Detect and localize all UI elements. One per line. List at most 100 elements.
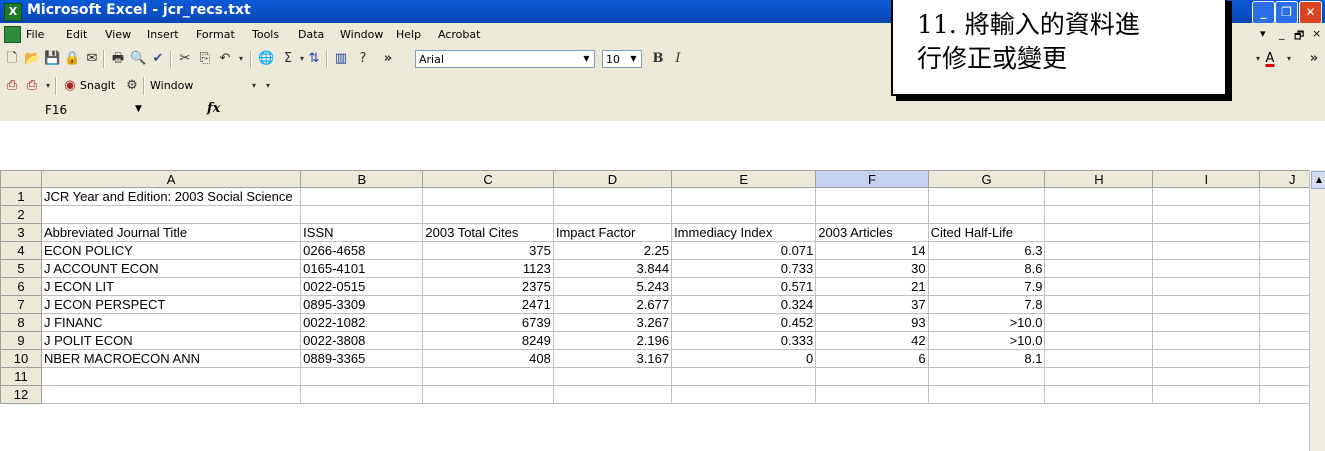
italic-button[interactable]: I	[670, 51, 686, 67]
column-header-a[interactable]: A	[40, 170, 302, 188]
new-document-icon[interactable]: 🗋	[4, 51, 20, 67]
name-box-dropdown-icon[interactable]: ▼	[135, 104, 142, 114]
cell-d5[interactable]: 3.844	[552, 259, 673, 278]
row-header[interactable]: 7	[0, 295, 42, 314]
cell-c11[interactable]	[422, 367, 554, 386]
menu-file[interactable]: File	[26, 28, 44, 41]
cell-c4[interactable]: 375	[422, 241, 554, 260]
cell-i6[interactable]	[1152, 277, 1261, 296]
cell-h2[interactable]	[1044, 205, 1154, 224]
row-header[interactable]: 5	[0, 259, 42, 278]
cell-f8[interactable]: 93	[815, 313, 929, 332]
cell-h5[interactable]	[1044, 259, 1154, 278]
row-header[interactable]: 11	[0, 367, 42, 386]
cell-c8[interactable]: 6739	[422, 313, 554, 332]
cell-c9[interactable]: 8249	[422, 331, 554, 350]
cell-b6[interactable]: 0022-0515	[300, 277, 424, 296]
print-icon[interactable]: 🖶	[110, 51, 126, 67]
row-header[interactable]: 12	[0, 385, 42, 404]
menu-format[interactable]: Format	[196, 28, 235, 41]
cell-e6[interactable]: 0.571	[671, 277, 817, 296]
print-preview-icon[interactable]: 🔍	[130, 51, 146, 67]
cell-c6[interactable]: 2375	[422, 277, 554, 296]
cell-e5[interactable]: 0.733	[671, 259, 817, 278]
cell-f7[interactable]: 37	[815, 295, 929, 314]
cell-i11[interactable]	[1152, 367, 1261, 386]
cell-d7[interactable]: 2.677	[552, 295, 673, 314]
cell-d2[interactable]	[552, 205, 673, 224]
cell-i12[interactable]	[1152, 385, 1261, 404]
column-header-b[interactable]: B	[300, 170, 424, 188]
scroll-up-arrow-icon[interactable]: ▲	[1311, 171, 1325, 189]
doc-minimize-button[interactable]: _	[1279, 27, 1285, 40]
cell-f1[interactable]	[815, 187, 929, 206]
toolbar-options-icon[interactable]: »	[380, 51, 396, 67]
cell-a4[interactable]: ECON POLICY	[40, 241, 302, 260]
doc-close-button[interactable]: ×	[1312, 27, 1321, 40]
toolbar-options-icon[interactable]: ▾	[260, 78, 276, 94]
cell-i8[interactable]	[1152, 313, 1261, 332]
pdf-convert-icon[interactable]: ⎙	[4, 78, 20, 94]
row-header[interactable]: 2	[0, 205, 42, 224]
cell-e4[interactable]: 0.071	[671, 241, 817, 260]
cell-h8[interactable]	[1044, 313, 1154, 332]
hyperlink-icon[interactable]: 🌐	[258, 51, 274, 67]
cell-d4[interactable]: 2.25	[552, 241, 673, 260]
cell-c5[interactable]: 1123	[422, 259, 554, 278]
cell-f9[interactable]: 42	[815, 331, 929, 350]
cell-d11[interactable]	[552, 367, 673, 386]
cell-f2[interactable]	[815, 205, 929, 224]
cell-d12[interactable]	[552, 385, 673, 404]
font-color-button[interactable]: A	[1262, 51, 1278, 67]
cell-e12[interactable]	[671, 385, 817, 404]
column-header-e[interactable]: E	[671, 170, 817, 188]
cell-a3[interactable]: Abbreviated Journal Title	[40, 223, 302, 242]
cell-a10[interactable]: NBER MACROECON ANN	[40, 349, 302, 368]
undo-dropdown-icon[interactable]: ▾	[233, 51, 249, 67]
cell-a1[interactable]: JCR Year and Edition: 2003 Social Scienc…	[40, 187, 302, 206]
doc-chevron-down-icon[interactable]: ▾	[1260, 27, 1266, 40]
cell-f12[interactable]	[815, 385, 929, 404]
cell-i4[interactable]	[1152, 241, 1261, 260]
cell-e8[interactable]: 0.452	[671, 313, 817, 332]
cell-g4[interactable]: 6.3	[927, 241, 1046, 260]
cell-b2[interactable]	[300, 205, 424, 224]
cell-a6[interactable]: J ECON LIT	[40, 277, 302, 296]
menu-acrobat[interactable]: Acrobat	[438, 28, 480, 41]
cell-i7[interactable]	[1152, 295, 1261, 314]
cell-g5[interactable]: 8.6	[927, 259, 1046, 278]
cell-h1[interactable]	[1044, 187, 1154, 206]
menu-tools[interactable]: Tools	[252, 28, 279, 41]
insert-function-icon[interactable]: fx	[207, 101, 220, 116]
cell-e3[interactable]: Immediacy Index	[671, 223, 817, 242]
cell-h6[interactable]	[1044, 277, 1154, 296]
cell-h9[interactable]	[1044, 331, 1154, 350]
cell-a2[interactable]	[40, 205, 302, 224]
cell-d9[interactable]: 2.196	[552, 331, 673, 350]
cell-f11[interactable]	[815, 367, 929, 386]
cell-b3[interactable]: ISSN	[300, 223, 424, 242]
select-all-corner[interactable]	[0, 170, 42, 188]
cell-g1[interactable]	[927, 187, 1046, 206]
column-header-h[interactable]: H	[1044, 170, 1154, 188]
excel-app-icon[interactable]: X	[4, 3, 22, 21]
cell-e10[interactable]: 0	[671, 349, 817, 368]
cell-g10[interactable]: 8.1	[927, 349, 1046, 368]
sort-ascending-icon[interactable]: ⇅	[306, 51, 322, 67]
cell-c7[interactable]: 2471	[422, 295, 554, 314]
help-icon[interactable]: ?	[355, 51, 371, 67]
chart-wizard-icon[interactable]: ▥	[333, 51, 349, 67]
cell-f3[interactable]: 2003 Articles	[815, 223, 929, 242]
open-folder-icon[interactable]: 📂	[24, 51, 40, 67]
cell-i5[interactable]	[1152, 259, 1261, 278]
pdf-dropdown-icon[interactable]: ▾	[40, 78, 56, 94]
cell-a5[interactable]: J ACCOUNT ECON	[40, 259, 302, 278]
cell-b5[interactable]: 0165-4101	[300, 259, 424, 278]
cell-g6[interactable]: 7.9	[927, 277, 1046, 296]
column-header-g[interactable]: G	[927, 170, 1046, 188]
cell-f5[interactable]: 30	[815, 259, 929, 278]
cell-g11[interactable]	[927, 367, 1046, 386]
cell-f6[interactable]: 21	[815, 277, 929, 296]
cell-e1[interactable]	[671, 187, 817, 206]
pdf-email-icon[interactable]: ⎙	[24, 78, 40, 94]
